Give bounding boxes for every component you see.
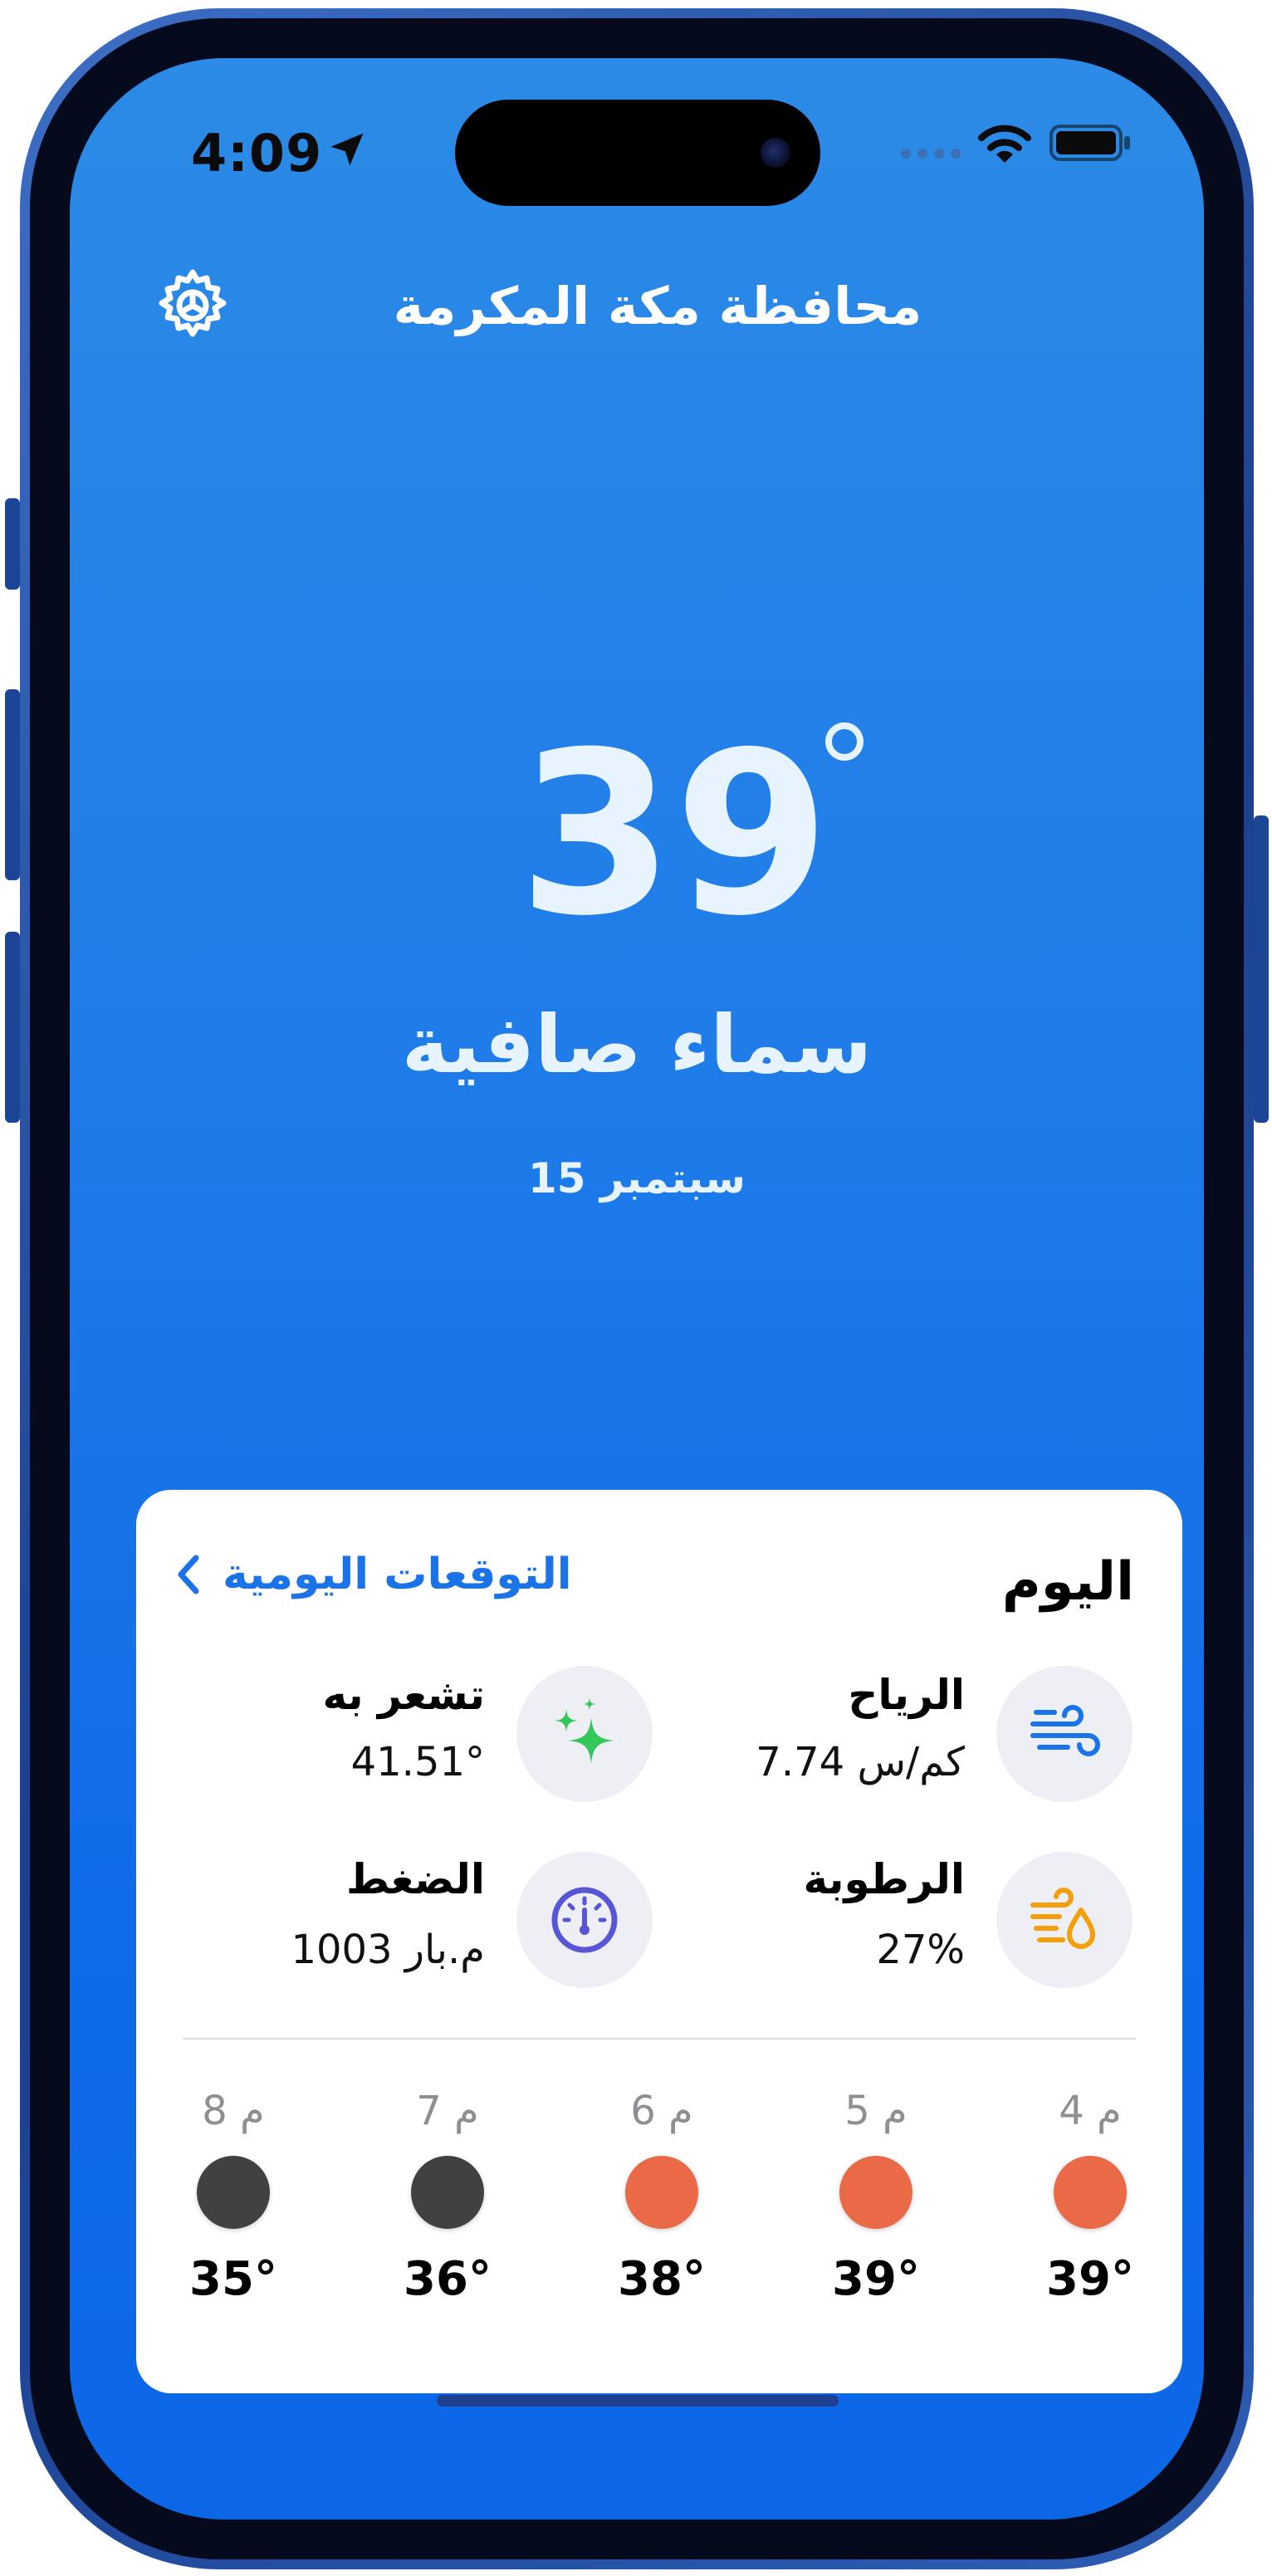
degree-symbol	[825, 722, 863, 761]
feels-like-value: 41.51°	[350, 1739, 485, 1785]
hour-time: 4 م	[1059, 2088, 1122, 2134]
status-time: 4:09	[191, 123, 323, 184]
daily-forecast-label: التوقعات اليومية	[223, 1550, 572, 1599]
hour-temp: 39°	[832, 2252, 920, 2306]
hour-temp: 38°	[618, 2252, 706, 2306]
hour-time: 8 م	[202, 2088, 265, 2134]
humidity-label: الرطوبة	[803, 1855, 965, 1903]
humidity-value: 27%	[876, 1927, 965, 1973]
today-card: اليوم التوقعات اليومية الرياح 7.74 كم/س …	[136, 1490, 1182, 2393]
phone-bezel: 4:09 محافظة مكة المكرمة 39 سماء صافية 15…	[30, 18, 1244, 2559]
weather-dot-icon	[625, 2156, 698, 2229]
pressure-icon-circle	[516, 1852, 653, 1988]
weather-condition: سماء صافية	[401, 998, 873, 1091]
hour-temp: 35°	[189, 2252, 277, 2306]
hourly-item: 8 م 35°	[171, 2088, 296, 2306]
feels-like-label: تشعر به	[322, 1671, 485, 1719]
hour-temp: 39°	[1046, 2252, 1134, 2306]
wind-label: الرياح	[848, 1671, 965, 1719]
hourly-item: 4 م 39°	[1028, 2088, 1152, 2306]
phone-frame: 4:09 محافظة مكة المكرمة 39 سماء صافية 15…	[20, 8, 1254, 2569]
home-indicator[interactable]	[437, 2395, 839, 2407]
weather-dot-icon	[411, 2156, 484, 2229]
weather-dot-icon	[839, 2156, 912, 2229]
wifi-icon	[978, 125, 1031, 163]
power-button	[1254, 815, 1269, 1123]
hour-temp: 36°	[404, 2252, 492, 2306]
wind-icon	[1030, 1705, 1100, 1756]
wind-value: 7.74 كم/س	[756, 1739, 965, 1785]
volume-down-button	[5, 932, 20, 1123]
card-divider	[183, 2038, 1136, 2040]
action-button	[5, 498, 20, 590]
weather-dot-icon	[1054, 2156, 1127, 2229]
hour-time: 7 م	[416, 2088, 479, 2134]
cellular-signal-icon	[901, 149, 961, 159]
current-temperature: 39	[518, 703, 830, 965]
hourly-item: 6 م 38°	[599, 2088, 724, 2306]
wind-stat-icon-circle	[996, 1666, 1133, 1802]
pressure-value: 1003 م.بار	[291, 1927, 485, 1973]
current-date: 15 سبتمبر	[527, 1154, 746, 1202]
humidity-icon	[1030, 1888, 1095, 1949]
hourly-item: 7 م 36°	[385, 2088, 510, 2306]
volume-up-button	[5, 689, 20, 880]
camera-lens	[761, 138, 790, 168]
location-arrow-icon	[330, 133, 364, 166]
city-title: محافظة مكة المكرمة	[393, 276, 922, 336]
pressure-label: الضغط	[346, 1855, 485, 1903]
hour-time: 5 م	[844, 2088, 908, 2134]
settings-gear-icon[interactable]	[153, 266, 232, 345]
card-title: اليوم	[1001, 1551, 1134, 1613]
chevron-left-icon	[178, 1555, 199, 1594]
humidity-stat-icon-circle	[996, 1852, 1133, 1988]
weather-dot-icon	[197, 2156, 270, 2229]
weather-screen: 4:09 محافظة مكة المكرمة 39 سماء صافية 15…	[70, 58, 1204, 2520]
daily-forecast-link[interactable]: التوقعات اليومية	[176, 1550, 572, 1599]
gauge-icon	[551, 1887, 618, 1953]
hour-time: 6 م	[630, 2088, 693, 2134]
battery-icon	[1049, 125, 1130, 161]
feels-like-icon-circle	[516, 1666, 653, 1802]
sparkles-icon	[555, 1697, 614, 1764]
hourly-item: 5 م 39°	[814, 2088, 938, 2306]
